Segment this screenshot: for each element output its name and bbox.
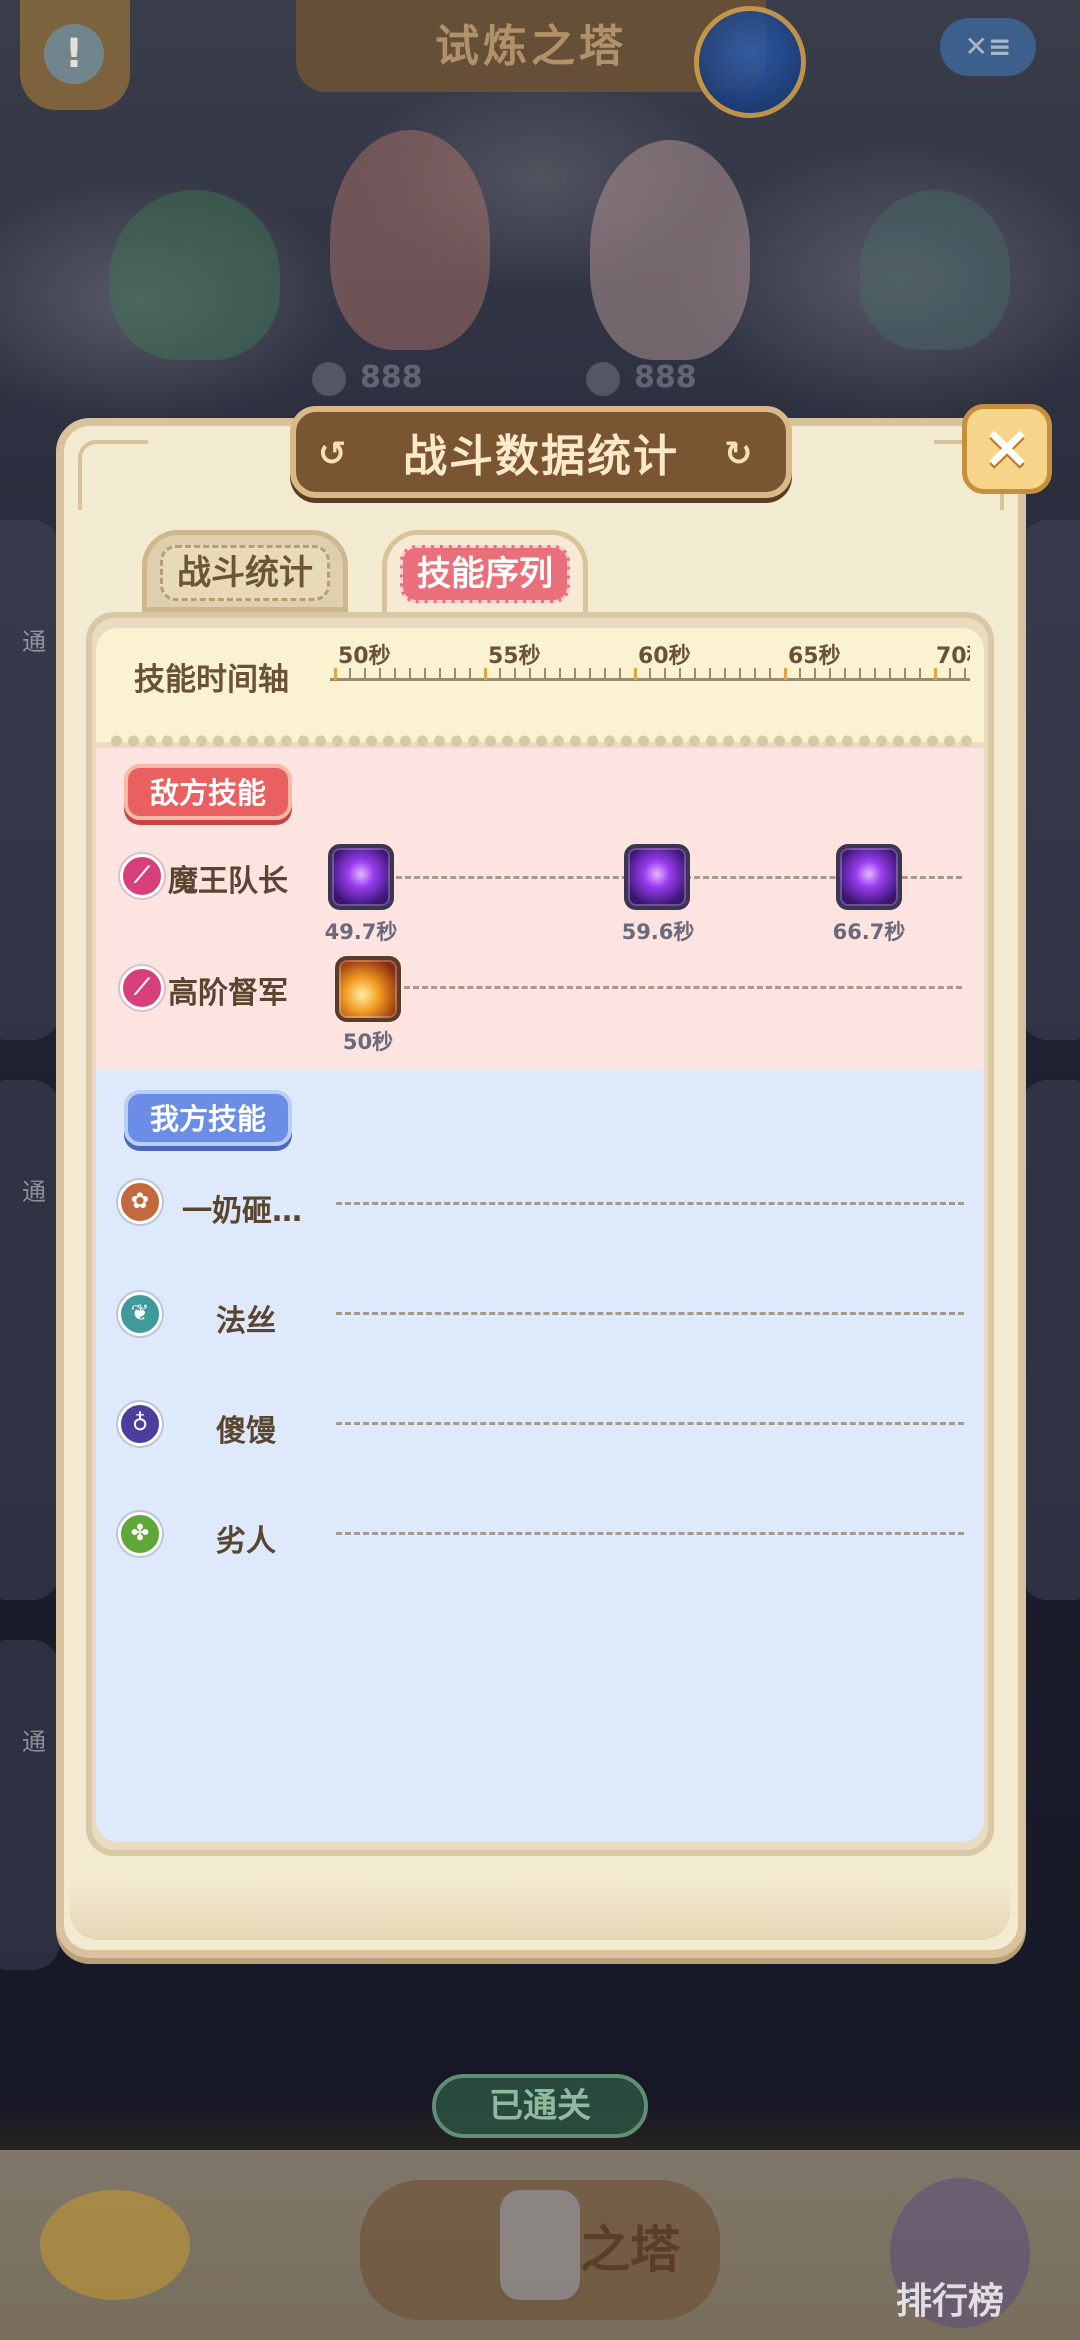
claw-icon: ⟋ <box>120 966 164 1010</box>
timeline-tick <box>394 668 396 679</box>
purple-demon-skill-icon[interactable] <box>836 844 902 910</box>
background-card <box>0 1080 60 1600</box>
timeline-tick <box>919 668 921 679</box>
claw-icon: ⟋ <box>120 854 164 898</box>
background-side-label: 通 <box>22 1178 46 1206</box>
timeline-tick <box>724 668 726 679</box>
enemy-track-line <box>404 986 962 989</box>
timeline-tick <box>634 668 637 680</box>
list-icon[interactable]: ✕≡ <box>940 18 1036 76</box>
panel-corner-decoration <box>78 440 148 510</box>
shield-icon: ♁ <box>118 1402 162 1446</box>
timeline-tick <box>754 668 756 679</box>
timeline-tick <box>769 668 771 679</box>
background-card <box>1020 1080 1080 1600</box>
timeline-label: 技能时间轴 <box>134 662 289 698</box>
timeline-tick <box>454 668 456 679</box>
timeline-tick-label: 50秒 <box>338 644 391 669</box>
skill-time-label: 50秒 <box>342 1030 394 1054</box>
timeline-tick <box>709 668 711 679</box>
purple-skull-skill-icon[interactable] <box>624 844 690 910</box>
ally-name: 傻馒 <box>216 1414 276 1449</box>
timeline-tick <box>544 668 546 679</box>
background-count: 888 <box>312 360 423 396</box>
timeline-tick <box>559 668 561 679</box>
timeline-tick-label: 70秒 <box>936 644 970 669</box>
enemy-skills-badge: 敌方技能 <box>124 764 293 820</box>
timeline-tick <box>574 668 576 679</box>
purple-demon-skill-icon[interactable] <box>328 844 394 910</box>
background-monster <box>330 130 490 350</box>
timeline-tick <box>904 668 906 679</box>
timeline-tick <box>889 668 891 679</box>
background-side-label: 通 <box>22 1728 46 1756</box>
ally-track-line <box>336 1312 964 1315</box>
timeline-tick-clip: 70秒 <box>936 638 970 670</box>
ally-name: 法丝 <box>216 1304 276 1339</box>
skill-time-label: 49.7秒 <box>324 920 398 944</box>
timeline-tick-label: 60秒 <box>638 644 691 669</box>
ally-name: 一奶砸… <box>182 1194 302 1229</box>
flame-spear-skill-icon[interactable] <box>335 956 401 1022</box>
exclamation-icon[interactable]: ! <box>44 24 104 84</box>
background-side-label: 通 <box>22 628 46 656</box>
timeline-tick <box>484 668 487 680</box>
timeline-tick <box>424 668 426 679</box>
timeline-tick <box>844 668 846 679</box>
timeline-tick <box>409 668 411 679</box>
leaf-icon: ✤ <box>118 1512 162 1556</box>
timeline-tick <box>784 668 787 680</box>
timeline-tick <box>739 668 741 679</box>
ally-track-line <box>336 1422 964 1425</box>
background-count: 888 <box>586 360 697 396</box>
modal-title: 战斗数据统计 <box>403 431 679 482</box>
feather-icon: ❦ <box>118 1292 162 1336</box>
butterfly-icon: ✿ <box>118 1180 162 1224</box>
close-button[interactable]: × <box>962 404 1052 494</box>
ally-track-line <box>336 1202 964 1205</box>
timeline-tick-label: 55秒 <box>488 644 541 669</box>
enemy-name: 高阶督军 <box>168 976 288 1011</box>
enemy-name: 魔王队长 <box>168 864 288 899</box>
tab-label: 技能序列 <box>400 545 570 603</box>
skill-time-label: 66.7秒 <box>832 920 906 944</box>
ally-track-line <box>336 1532 964 1535</box>
tower-label: 之塔 <box>580 2221 680 2279</box>
background-card <box>0 520 60 1040</box>
panel-footer-decoration <box>70 1880 1010 1940</box>
background-monster <box>110 190 280 360</box>
tab-skill-sequence[interactable]: 技能序列 <box>382 530 588 612</box>
timeline-tick <box>334 668 337 680</box>
timeline-tick <box>874 668 876 679</box>
timeline-tick-label: 65秒 <box>788 644 841 669</box>
timeline-tick <box>469 668 471 679</box>
background-card <box>0 1640 60 1970</box>
timeline-tick <box>694 668 696 679</box>
background-monster <box>860 190 1010 350</box>
timeline-tick <box>589 668 591 679</box>
ally-skills-badge: 我方技能 <box>124 1090 293 1146</box>
tab-label: 战斗统计 <box>160 545 330 601</box>
background-monster <box>590 140 750 360</box>
timeline-tick <box>619 668 621 679</box>
skill-time-label: 59.6秒 <box>621 920 695 944</box>
ally-name: 劣人 <box>216 1524 276 1559</box>
timeline-tick <box>439 668 441 679</box>
passed-button[interactable]: 已通关 <box>432 2074 648 2138</box>
timeline-tick <box>859 668 861 679</box>
avatar[interactable] <box>694 6 806 118</box>
tab-battle-stats[interactable]: 战斗统计 <box>142 530 348 612</box>
fish-icon[interactable] <box>40 2190 190 2300</box>
dotted-divider <box>108 734 978 748</box>
background-card <box>1020 520 1080 1040</box>
timeline-tick <box>604 668 606 679</box>
ranking-label: 排行榜 <box>896 2281 1005 2322</box>
lock-icon <box>500 2190 580 2300</box>
